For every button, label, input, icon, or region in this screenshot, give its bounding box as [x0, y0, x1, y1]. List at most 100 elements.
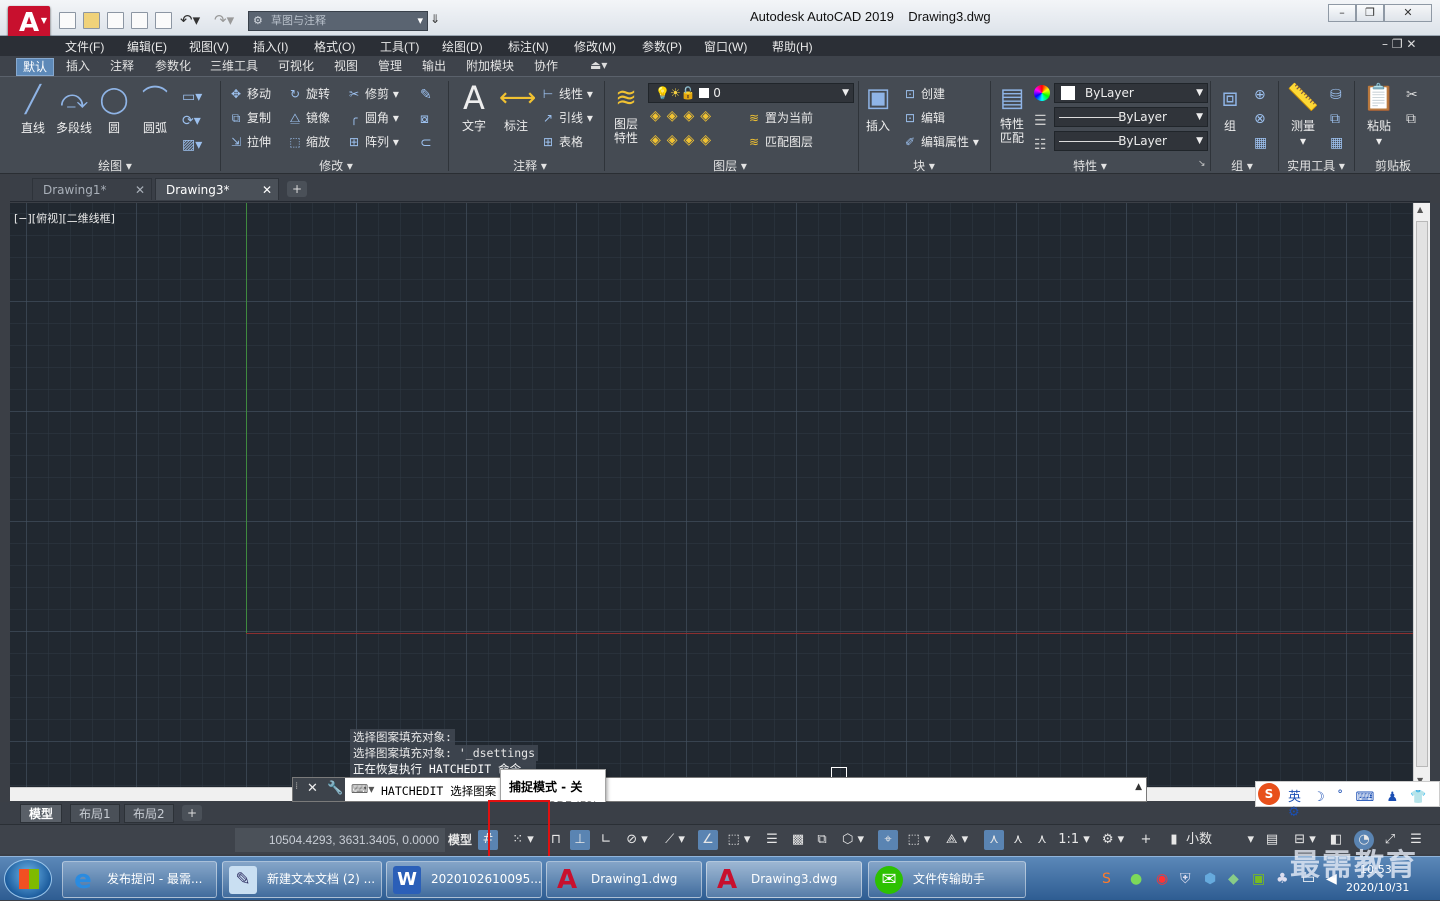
menu-tools[interactable]: 工具(T) — [380, 38, 419, 55]
edit-attributes-button[interactable]: ✐ 编辑属性 ▾ — [902, 133, 979, 150]
sogou-tray-icon[interactable]: S — [1102, 871, 1111, 887]
maximize-button[interactable]: ❐ — [1356, 4, 1384, 22]
coordinates-readout[interactable]: 10504.4293, 3631.3405, 0.0000 — [235, 828, 445, 852]
network-tray-icon[interactable]: ⬢ — [1204, 871, 1216, 887]
taskbar-item-ie[interactable]: e 发布提问 - 最需... — [62, 861, 217, 898]
nvidia-tray-icon[interactable]: ▣ — [1252, 871, 1265, 887]
menu-draw[interactable]: 绘图(D) — [442, 38, 483, 55]
selection-cycling-icon[interactable]: ⧉ — [812, 830, 832, 850]
selection-filter-icon[interactable]: ⬚ ▾ — [902, 830, 936, 850]
group-extra-tools[interactable]: ⊕ ⊗ ▦ — [1254, 83, 1267, 155]
scroll-up-icon[interactable]: ▲ — [1417, 205, 1423, 214]
ortho-mode-icon[interactable]: ∟ — [596, 830, 616, 850]
chevron-up-icon[interactable]: ▲ — [1135, 782, 1142, 792]
dynamic-input-icon[interactable]: ⊥ — [570, 830, 590, 850]
rotate-button[interactable]: ↻ 旋转 — [287, 85, 330, 102]
arc-button[interactable]: ⌒ 圆弧 — [136, 83, 174, 136]
grip-icon[interactable]: ⁞ — [295, 781, 298, 792]
array-button[interactable]: ⊞ 阵列 ▾ — [346, 133, 399, 150]
dimension-button[interactable]: ⟷ 标注 — [496, 81, 536, 134]
utilities-extra-tools[interactable]: ⛁ ⧉ ▦ — [1330, 83, 1343, 155]
layer-properties-button[interactable]: ≋ 图层 特性 — [608, 81, 644, 145]
units-dropdown[interactable]: 小数 ▾ — [1186, 830, 1256, 850]
move-button[interactable]: ✥ 移动 — [228, 85, 271, 102]
taskbar-item-notepad[interactable]: ✎ 新建文本文档 (2) ... — [222, 861, 382, 898]
drawing-canvas[interactable] — [10, 203, 1413, 787]
modify-extra-tools[interactable]: ✎ ⧇ ⊂ — [420, 83, 432, 155]
copy-button[interactable]: ⧉ 复制 — [228, 109, 271, 126]
draw-panel-label[interactable]: 绘图 ▾ — [80, 157, 150, 174]
polyline-button[interactable]: ⤼ 多段线 — [54, 83, 94, 136]
layer-dropdown[interactable]: 💡☀🔓 0 ▼ — [648, 83, 854, 103]
utilities-panel-label[interactable]: 实用工具 ▾ — [1284, 157, 1348, 174]
menu-view[interactable]: 视图(V) — [189, 38, 229, 55]
add-layout-plus-icon[interactable]: + — [182, 805, 202, 821]
close-button[interactable]: ✕ — [1384, 4, 1432, 22]
taskbar-item-drawing3[interactable]: A Drawing3.dwg — [706, 861, 862, 898]
table-button[interactable]: ⊞ 表格 — [540, 133, 583, 150]
viewport-controls[interactable]: [−][俯视][二维线框] — [14, 210, 115, 226]
file-tab-drawing1[interactable]: Drawing1* ✕ — [32, 178, 152, 200]
3d-object-snap-icon[interactable]: ⬡ ▾ — [836, 830, 870, 850]
close-icon[interactable]: ✕ — [307, 781, 318, 796]
match-properties-button[interactable]: ▤ 特性 匹配 — [994, 81, 1030, 145]
linetype-dropdown[interactable]: ByLayer ▼ — [1054, 107, 1208, 127]
color-dropdown[interactable]: ByLayer ▼ — [1054, 83, 1208, 103]
gizmo-icon[interactable]: ⟁ ▾ — [940, 830, 974, 850]
customize-qat-icon[interactable]: ⇓ — [430, 12, 440, 26]
wrench-icon[interactable]: 🔧 — [327, 781, 343, 796]
lineweight-icon[interactable]: ☰ — [762, 830, 782, 850]
linear-dim-button[interactable]: ⊢ 线性 ▾ — [540, 85, 593, 102]
annotation-visibility-icon[interactable]: ⋏ — [984, 830, 1004, 850]
annotation-panel-label[interactable]: 注释 ▾ — [500, 157, 560, 174]
color-wheel-icon[interactable] — [1034, 85, 1050, 101]
undo-icon[interactable]: ↶▾ — [180, 11, 200, 29]
auto-scale-icon[interactable]: ⋏ — [1008, 830, 1028, 850]
new-file-icon[interactable] — [59, 12, 76, 29]
create-block-button[interactable]: ⊡ 创建 — [902, 85, 945, 102]
menu-modify[interactable]: 修改(M) — [574, 38, 616, 55]
menu-dimension[interactable]: 标注(N) — [508, 38, 549, 55]
model-space-button[interactable]: 模型 — [448, 830, 472, 850]
tab-insert[interactable]: 插入 — [60, 58, 96, 76]
object-snap-tracking-icon[interactable]: ∠ — [698, 830, 718, 850]
paste-button[interactable]: 📋 粘贴 ▾ — [1360, 81, 1398, 148]
transparency-icon[interactable]: ▩ — [788, 830, 808, 850]
ime-status[interactable]: 英 ☽ ˚ ⌨ ♟ 👕 ⚙ — [1288, 786, 1439, 820]
mirror-button[interactable]: ⧋ 镜像 — [287, 109, 330, 126]
save-icon[interactable] — [107, 12, 124, 29]
weibo-tray-icon[interactable]: ◉ — [1156, 871, 1168, 887]
menu-format[interactable]: 格式(O) — [314, 38, 355, 55]
annotation-monitor-icon[interactable]: + — [1136, 830, 1156, 850]
command-input-text[interactable]: HATCHEDIT 选择图案 — [381, 783, 496, 799]
tab-view[interactable]: 视图 — [328, 58, 364, 76]
taskbar-item-drawing1[interactable]: A Drawing1.dwg — [546, 861, 702, 898]
text-button[interactable]: A 文字 — [454, 81, 494, 134]
taskbar-item-wechat[interactable]: ✉ 文件传输助手 — [868, 861, 1026, 898]
menu-parametric[interactable]: 参数(P) — [642, 38, 682, 55]
app-tray-icon[interactable]: ◆ — [1228, 871, 1239, 887]
menu-window[interactable]: 窗口(W) — [704, 38, 747, 55]
new-tab-plus-icon[interactable]: + — [287, 181, 307, 197]
ribbon-minimize-icon[interactable]: ⏏▾ — [590, 58, 607, 72]
tab-collaborate[interactable]: 协作 — [528, 58, 564, 76]
scale-button[interactable]: ⬚ 缩放 — [287, 133, 330, 150]
group-button[interactable]: ⧈ 组 — [1212, 81, 1248, 134]
layers-panel-label[interactable]: 图层 ▾ — [700, 157, 760, 174]
tab-manage[interactable]: 管理 — [372, 58, 408, 76]
block-panel-label[interactable]: 块 ▾ — [894, 157, 954, 174]
tab-visualize[interactable]: 可视化 — [272, 58, 320, 76]
lineweight-dropdown[interactable]: ByLayer ▼ — [1054, 131, 1208, 151]
circle-button[interactable]: ◯ 圆 — [96, 83, 132, 136]
dynamic-ucs-icon[interactable]: ⌖ — [878, 830, 898, 850]
plot-icon[interactable] — [155, 12, 172, 29]
draw-small-tools[interactable]: ▭▾ ⟳▾ ▨▾ — [182, 85, 202, 157]
menu-edit[interactable]: 编辑(E) — [127, 38, 167, 55]
scroll-thumb[interactable] — [1416, 221, 1428, 767]
tab-output[interactable]: 输出 — [416, 58, 452, 76]
layer-tools-row2[interactable]: ◈◈◈◈ — [650, 132, 717, 148]
quick-properties-icon[interactable]: ▤ — [1262, 830, 1282, 850]
modify-panel-label[interactable]: 修改 ▾ — [306, 157, 366, 174]
command-line[interactable]: ⁞ ✕ 🔧 ⌨▾ HATCHEDIT 选择图案 ▲ — [292, 777, 1147, 802]
clipboard-extra-tools[interactable]: ✂ ⧉ — [1406, 83, 1418, 131]
